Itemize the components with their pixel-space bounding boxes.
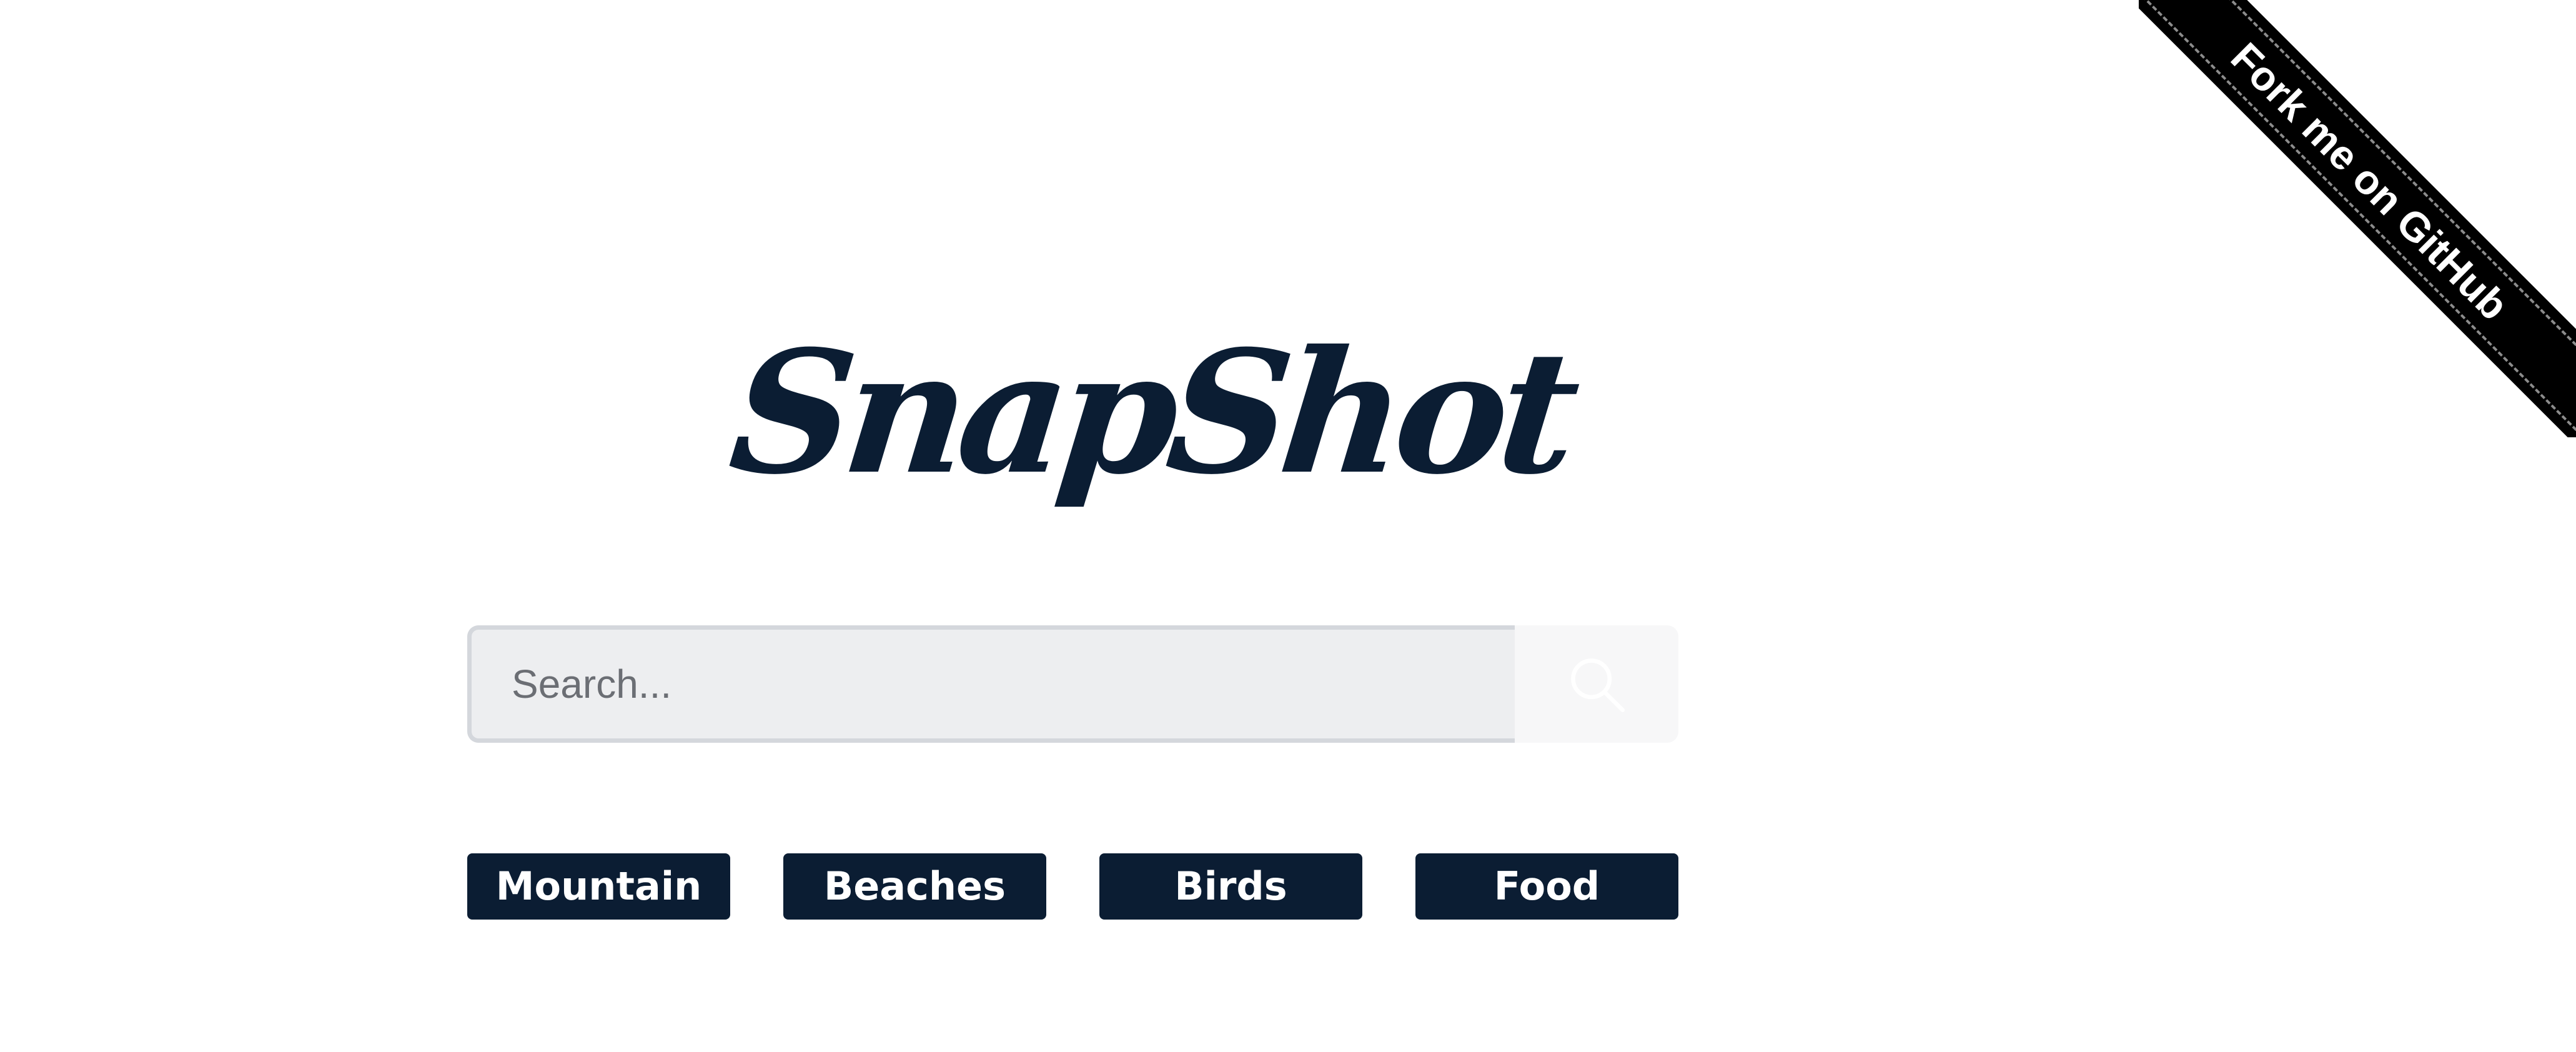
fork-me-ribbon-label: Fork me on GitHub bbox=[2222, 33, 2518, 329]
page: SnapShot Mountain Beaches Birds Food For… bbox=[0, 0, 2576, 1052]
category-button-food[interactable]: Food bbox=[1415, 853, 1678, 920]
fork-me-ribbon-link[interactable]: Fork me on GitHub bbox=[2139, 0, 2576, 437]
search-button[interactable] bbox=[1515, 625, 1678, 743]
fork-ribbon-container: Fork me on GitHub bbox=[2139, 0, 2576, 437]
search-input[interactable] bbox=[467, 625, 1515, 743]
site-logo: SnapShot bbox=[722, 313, 1580, 512]
search-icon bbox=[1571, 658, 1625, 712]
category-buttons: Mountain Beaches Birds Food bbox=[467, 853, 1678, 920]
category-button-beaches[interactable]: Beaches bbox=[783, 853, 1046, 920]
category-button-mountain[interactable]: Mountain bbox=[467, 853, 730, 920]
category-button-birds[interactable]: Birds bbox=[1099, 853, 1362, 920]
search-form bbox=[467, 625, 1678, 743]
